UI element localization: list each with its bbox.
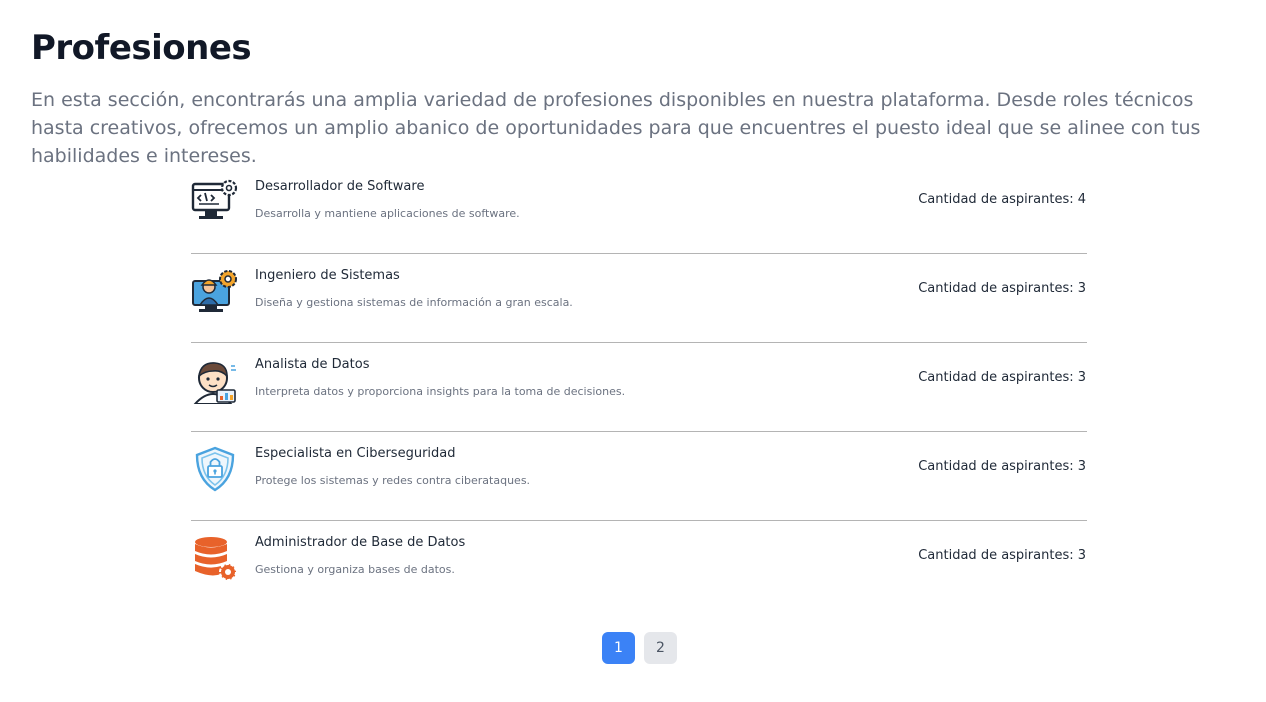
profession-title: Analista de Datos [255, 357, 370, 372]
engineer-monitor-gear-icon [191, 267, 239, 315]
profession-title: Ingeniero de Sistemas [255, 268, 400, 283]
profession-list: Desarrollador de Software Desarrolla y m… [191, 165, 1087, 609]
analyst-person-chart-icon [191, 356, 239, 404]
applicant-count: Cantidad de aspirantes: 4 [918, 192, 1086, 207]
list-item[interactable]: Administrador de Base de Datos Gestiona … [191, 521, 1087, 609]
database-gear-icon [191, 534, 239, 582]
page-intro: En esta sección, encontrarás una amplia … [31, 89, 1201, 167]
applicant-count: Cantidad de aspirantes: 3 [918, 281, 1086, 296]
list-item[interactable]: Especialista en Ciberseguridad Protege l… [191, 432, 1087, 521]
professions-page: Profesiones En esta sección, encontrarás… [0, 0, 1266, 702]
profession-title: Administrador de Base de Datos [255, 535, 466, 550]
code-monitor-gear-icon [191, 178, 239, 226]
profession-description: Desarrolla y mantiene aplicaciones de so… [255, 207, 520, 220]
page-1-button[interactable]: 1 [602, 632, 635, 664]
applicant-count: Cantidad de aspirantes: 3 [918, 548, 1086, 563]
profession-description: Gestiona y organiza bases de datos. [255, 563, 455, 576]
profession-description: Diseña y gestiona sistemas de informació… [255, 296, 573, 309]
profession-description: Protege los sistemas y redes contra cibe… [255, 474, 531, 487]
profession-description: Interpreta datos y proporciona insights … [255, 385, 626, 398]
list-item[interactable]: Analista de Datos Interpreta datos y pro… [191, 343, 1087, 432]
applicant-count: Cantidad de aspirantes: 3 [918, 459, 1086, 474]
page-title: Profesiones [31, 28, 252, 68]
profession-title: Especialista en Ciberseguridad [255, 446, 456, 461]
page-2-button[interactable]: 2 [644, 632, 677, 664]
profession-title: Desarrollador de Software [255, 179, 425, 194]
shield-lock-icon [191, 445, 239, 493]
pagination: 1 2 [602, 632, 677, 664]
list-item[interactable]: Ingeniero de Sistemas Diseña y gestiona … [191, 254, 1087, 343]
applicant-count: Cantidad de aspirantes: 3 [918, 370, 1086, 385]
list-item[interactable]: Desarrollador de Software Desarrolla y m… [191, 165, 1087, 254]
